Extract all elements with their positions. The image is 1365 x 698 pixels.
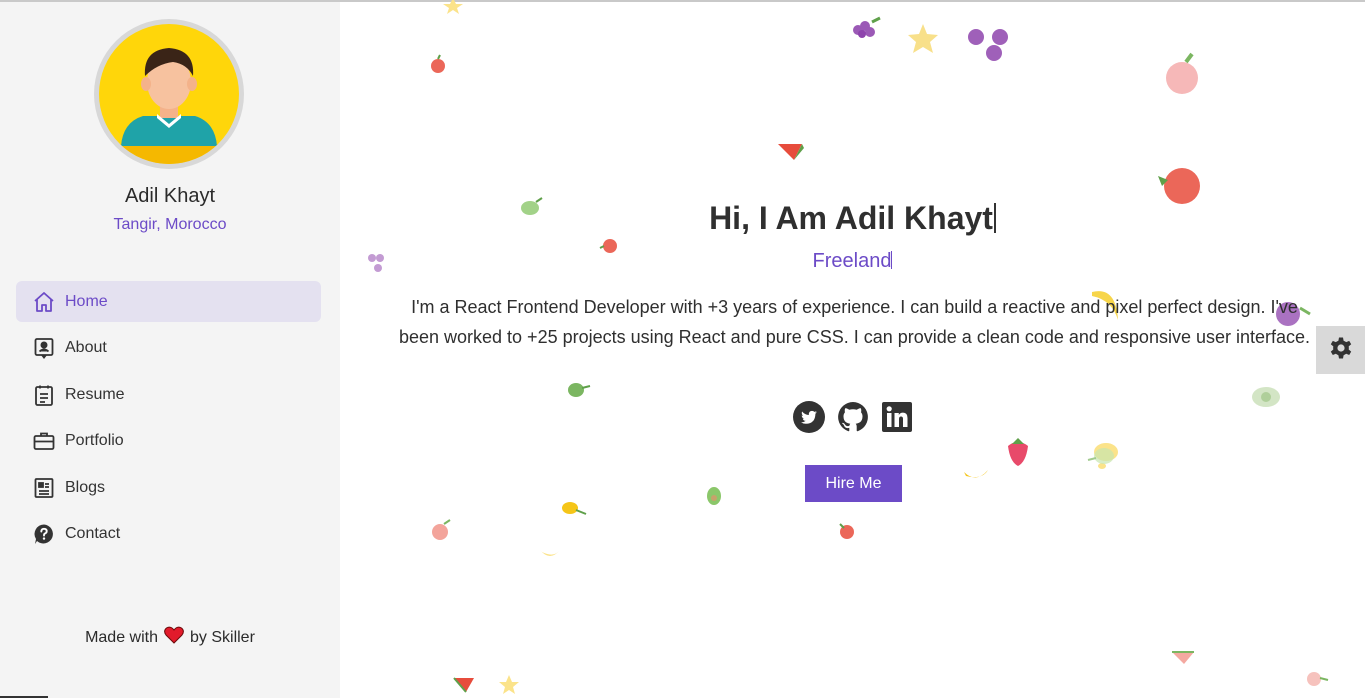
sidebar: Adil Khayt Tangir, Morocco Home About Re… [0,2,340,698]
sidebar-item-about[interactable]: About [16,328,321,369]
strawberry-icon [1008,438,1028,466]
hero-section: Hi, I Am Adil Khayt Freeland I'm a React… [340,0,1365,698]
home-icon [32,290,56,314]
clipboard-icon [32,383,56,407]
help-circle-icon [32,522,56,546]
hero-description: I'm a React Frontend Developer with +3 y… [398,297,1311,347]
watermelon-icon [778,144,804,160]
chicken-leg-icon [562,502,587,515]
lime-icon [568,383,591,397]
sidebar-nav: Home About Resume Portfolio Blogs Contac… [16,281,321,561]
sidebar-item-home[interactable]: Home [16,281,321,322]
star-fruit-icon [443,0,463,14]
sidebar-item-label: Portfolio [65,432,124,450]
made-with-text: Made with [85,628,158,646]
github-icon[interactable] [836,400,870,434]
hero-role-text: Freeland [812,250,892,272]
profile-location: Tangir, Morocco [113,216,227,233]
profile-name: Adil Khayt [124,185,216,207]
footer-credit: Made with by Skiller [0,626,340,649]
sidebar-item-label: Contact [65,525,121,543]
star-fruit-icon [908,24,938,53]
sidebar-item-portfolio[interactable]: Portfolio [16,421,321,462]
by-author-text: by Skiller [190,628,255,646]
settings-button[interactable] [1316,326,1365,374]
sidebar-item-label: Resume [65,385,125,403]
gear-icon [1328,335,1354,366]
sidebar-item-contact[interactable]: Contact [16,514,321,555]
sidebar-item-label: Blogs [65,478,106,496]
hero-title-text: Hi, I Am Adil Khayt [709,200,993,236]
user-card-icon [32,336,56,360]
twitter-icon[interactable] [792,400,826,434]
linkedin-icon[interactable] [880,400,914,434]
grapes-icon [853,16,881,38]
person-avatar-icon [99,48,239,164]
typing-caret [993,203,996,233]
avatar-illustration [99,24,239,164]
banana-icon [964,470,988,478]
watermelon-icon [1172,651,1194,664]
apple-icon [1166,52,1198,94]
apple-icon [1307,672,1329,686]
hire-me-button[interactable]: Hire Me [805,465,902,502]
typing-caret [891,251,893,269]
apple-icon [839,523,854,539]
sidebar-item-label: About [65,339,107,357]
star-fruit-icon [499,675,519,694]
newspaper-icon [32,476,56,500]
hero-title: Hi, I Am Adil Khayt [340,200,1365,237]
apple-icon [431,54,445,73]
social-links [792,400,914,434]
sidebar-item-resume[interactable]: Resume [16,374,321,415]
avocado-icon [707,487,721,505]
sidebar-item-blogs[interactable]: Blogs [16,467,321,508]
heart-icon [164,626,184,649]
avatar [94,19,244,169]
grapes-icon [968,29,1008,61]
briefcase-icon [32,429,56,453]
banana-icon [540,550,560,556]
lime-icon [1087,448,1114,464]
apple-icon [432,519,451,540]
hero-role: Freeland [340,250,1365,273]
watermelon-icon [453,677,474,693]
avocado-icon [1252,387,1280,407]
sidebar-item-label: Home [65,292,108,310]
